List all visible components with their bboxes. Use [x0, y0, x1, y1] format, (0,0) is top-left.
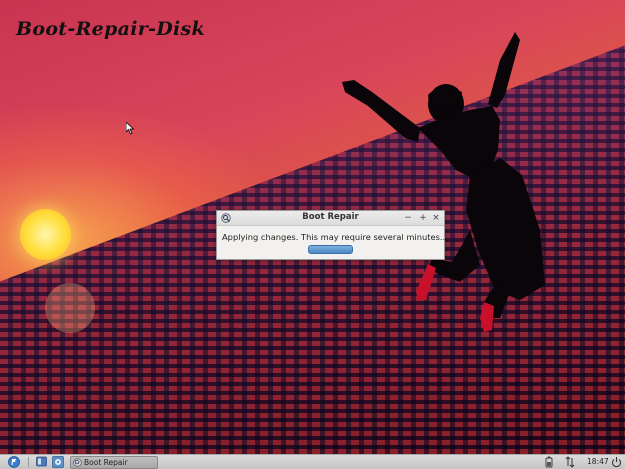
- power-icon[interactable]: [611, 456, 622, 468]
- boot-repair-dialog: Boot Repair − + × Applying changes. This…: [216, 210, 448, 260]
- dialog-message: Applying changes. This may require sever…: [222, 232, 448, 242]
- file-manager-icon[interactable]: [52, 456, 64, 468]
- close-button[interactable]: ×: [431, 211, 441, 225]
- network-icon[interactable]: [565, 456, 575, 468]
- dialog-titlebar[interactable]: Boot Repair − + ×: [217, 211, 444, 226]
- clock[interactable]: 18:47: [587, 455, 609, 469]
- start-menu-icon[interactable]: [8, 456, 20, 468]
- taskbar-item-boot-repair[interactable]: Boot Repair: [70, 456, 158, 469]
- taskbar-separator: [28, 457, 29, 467]
- maximize-button[interactable]: +: [418, 211, 428, 225]
- battery-icon[interactable]: [545, 456, 553, 468]
- show-desktop-icon[interactable]: [36, 456, 47, 468]
- taskbar: Boot Repair 18:47: [0, 454, 625, 469]
- mouse-pointer-icon: [126, 122, 135, 135]
- boot-repair-task-icon: [73, 458, 82, 467]
- progress-bar: [308, 245, 353, 254]
- taskbar-item-label: Boot Repair: [84, 458, 128, 467]
- minimize-button[interactable]: −: [403, 211, 413, 225]
